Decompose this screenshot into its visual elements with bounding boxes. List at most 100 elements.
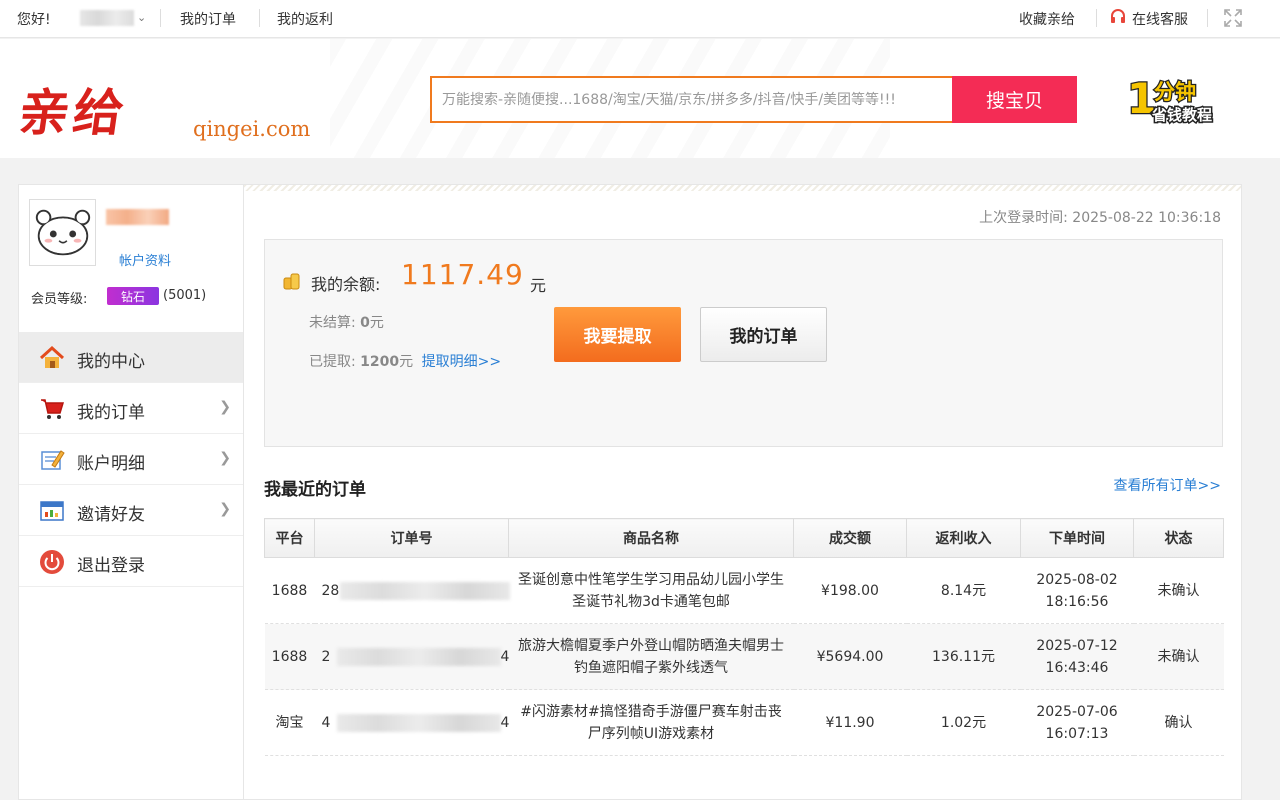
search-input[interactable] xyxy=(432,78,952,121)
chevron-right-icon: ❯ xyxy=(219,450,231,466)
view-all-orders-link[interactable]: 查看所有订单>> xyxy=(1114,475,1221,495)
account-info-link[interactable]: 帐户资料 xyxy=(119,250,171,269)
column-header: 状态 xyxy=(1133,518,1224,558)
table-row[interactable]: 淘宝 4 4 #闪游素材#搞怪猎奇手游僵尸赛车射击丧尸序列帧UI游戏素材 ¥11… xyxy=(264,689,1224,756)
column-header: 返利收入 xyxy=(906,518,1021,558)
sidebar-item-label: 我的订单 xyxy=(77,403,145,423)
table-header-row: 平台 订单号 商品名称 成交额 返利收入 下单时间 状态 xyxy=(264,518,1224,558)
balance-panel: 我的余额: 1117.49 元 未结算: 0元 已提取: 1200元 提取明细>… xyxy=(264,239,1223,447)
sidebar-nav: 我的中心 我的订单 ❯ 账户明细 ❯ 邀请好友 ❯ 退出登录 xyxy=(19,332,243,587)
favorite-link[interactable]: 收藏亲给 xyxy=(1019,9,1075,29)
site-logo[interactable]: 亲给 xyxy=(15,73,133,145)
badge-main-text: 分钟 xyxy=(1154,80,1196,104)
sidebar-item-label: 我的中心 xyxy=(77,352,145,372)
order-date: 2025-08-02 xyxy=(1036,571,1118,588)
platform-cell: 淘宝 xyxy=(264,689,315,756)
amount-cell: ¥5694.00 xyxy=(793,623,907,690)
sidebar-item-my-center[interactable]: 我的中心 xyxy=(19,332,243,383)
column-header: 订单号 xyxy=(314,518,509,558)
sidebar-item-label: 退出登录 xyxy=(77,556,145,576)
top-decoration xyxy=(244,185,1241,191)
divider xyxy=(1207,9,1208,27)
withdrawn-label: 已提取: xyxy=(309,354,356,370)
column-header: 成交额 xyxy=(793,518,907,558)
cart-icon xyxy=(41,399,65,419)
rebate-cell: 8.14元 xyxy=(906,557,1021,624)
status-cell: 确认 xyxy=(1133,689,1224,756)
order-date: 2025-07-06 xyxy=(1036,703,1118,720)
badge-sub-text: 省钱教程 xyxy=(1151,106,1212,124)
search-button[interactable]: 搜宝贝 xyxy=(952,76,1077,123)
withdrawn-row: 已提取: 1200元 提取明细>> xyxy=(309,351,501,371)
order-time: 16:43:46 xyxy=(1045,659,1109,676)
balance-value: 1117.49 xyxy=(401,258,524,291)
status-cell: 未确认 xyxy=(1133,623,1224,690)
orders-table: 平台 订单号 商品名称 成交额 返利收入 下单时间 状态 1688 28 圣诞创… xyxy=(264,518,1224,756)
order-time-cell: 2025-07-06 16:07:13 xyxy=(1020,689,1134,756)
order-number-prefix: 4 xyxy=(321,714,331,731)
sidebar: 帐户资料 会员等级: 钻石 (5001) 我的中心 我的订单 ❯ 账户明细 ❯ … xyxy=(18,184,243,800)
chevron-right-icon: ❯ xyxy=(219,501,231,517)
member-points: (5001) xyxy=(163,288,207,303)
order-number-prefix: 28 xyxy=(321,582,340,599)
username-blurred xyxy=(106,209,169,225)
top-bar: 您好! ⌄ 我的订单 我的返利 收藏亲给 在线客服 xyxy=(0,0,1280,38)
amount-cell: ¥198.00 xyxy=(793,557,907,624)
main-content: 上次登录时间: 2025-08-22 10:36:18 我的余额: 1117.4… xyxy=(243,184,1242,800)
member-level-badge: 钻石 xyxy=(107,287,159,305)
chart-icon xyxy=(40,501,64,521)
sidebar-item-logout[interactable]: 退出登录 xyxy=(19,536,243,587)
goods-name-cell[interactable]: 圣诞创意中性笔学生学习用品幼儿园小学生圣诞节礼物3d卡通笔包邮 xyxy=(508,557,794,624)
online-service-link[interactable]: 在线客服 xyxy=(1132,9,1188,29)
saving-tutorial-badge[interactable]: 1 分钟 省钱教程 xyxy=(1124,71,1224,129)
top-my-orders-link[interactable]: 我的订单 xyxy=(180,9,236,29)
column-header: 下单时间 xyxy=(1020,518,1134,558)
order-number-suffix: 4 xyxy=(500,715,510,731)
sidebar-item-my-orders[interactable]: 我的订单 ❯ xyxy=(19,383,243,434)
platform-cell: 1688 xyxy=(264,623,315,690)
sidebar-item-account-detail[interactable]: 账户明细 ❯ xyxy=(19,434,243,485)
chevron-down-icon[interactable]: ⌄ xyxy=(137,11,146,24)
order-number-prefix: 2 xyxy=(321,648,331,665)
order-number-blurred xyxy=(336,714,501,732)
power-icon xyxy=(40,550,64,574)
table-row[interactable]: 1688 28 圣诞创意中性笔学生学习用品幼儿园小学生圣诞节礼物3d卡通笔包邮 … xyxy=(264,557,1224,624)
my-orders-button[interactable]: 我的订单 xyxy=(700,307,827,362)
order-number-cell[interactable]: 28 xyxy=(314,557,510,624)
divider xyxy=(160,9,161,27)
rebate-cell: 136.11元 xyxy=(906,623,1021,690)
order-time: 16:07:13 xyxy=(1045,725,1109,742)
order-date: 2025-07-12 xyxy=(1036,637,1118,654)
username-blurred[interactable] xyxy=(80,10,134,26)
recent-orders-title: 我最近的订单 xyxy=(264,480,366,500)
order-number-cell[interactable]: 2 4 xyxy=(314,623,510,690)
order-time-cell: 2025-07-12 16:43:46 xyxy=(1020,623,1134,690)
top-my-rebate-link[interactable]: 我的返利 xyxy=(277,9,333,29)
order-time: 18:16:56 xyxy=(1045,593,1109,610)
divider xyxy=(1096,9,1097,27)
balance-label: 我的余额: xyxy=(311,275,381,294)
platform-cell: 1688 xyxy=(264,557,315,624)
sidebar-item-invite[interactable]: 邀请好友 ❯ xyxy=(19,485,243,536)
rebate-cell: 1.02元 xyxy=(906,689,1021,756)
avatar[interactable] xyxy=(29,199,96,266)
withdraw-button[interactable]: 我要提取 xyxy=(554,307,681,362)
amount-cell: ¥11.90 xyxy=(793,689,907,756)
unsettled-row: 未结算: 0元 xyxy=(309,312,384,332)
unsettled-label: 未结算: xyxy=(309,315,356,331)
order-number-suffix: 4 xyxy=(500,649,510,665)
withdrawn-unit: 元 xyxy=(399,354,414,370)
sidebar-item-label: 邀请好友 xyxy=(77,505,145,525)
fullscreen-icon[interactable] xyxy=(1224,9,1242,27)
withdraw-detail-link[interactable]: 提取明细>> xyxy=(422,354,501,370)
withdrawn-value: 1200 xyxy=(360,354,400,370)
member-level-label: 会员等级: xyxy=(31,292,88,307)
goods-name-cell[interactable]: 旅游大檐帽夏季户外登山帽防晒渔夫帽男士钓鱼遮阳帽子紫外线透气 xyxy=(508,623,794,690)
order-number-blurred xyxy=(336,648,501,666)
goods-name-cell[interactable]: #闪游素材#搞怪猎奇手游僵尸赛车射击丧尸序列帧UI游戏素材 xyxy=(508,689,794,756)
headset-icon xyxy=(1111,9,1125,23)
order-number-cell[interactable]: 4 4 xyxy=(314,689,510,756)
sidebar-item-label: 账户明细 xyxy=(77,454,145,474)
unsettled-value: 0 xyxy=(360,315,370,331)
table-row[interactable]: 1688 2 4 旅游大檐帽夏季户外登山帽防晒渔夫帽男士钓鱼遮阳帽子紫外线透气 … xyxy=(264,623,1224,690)
